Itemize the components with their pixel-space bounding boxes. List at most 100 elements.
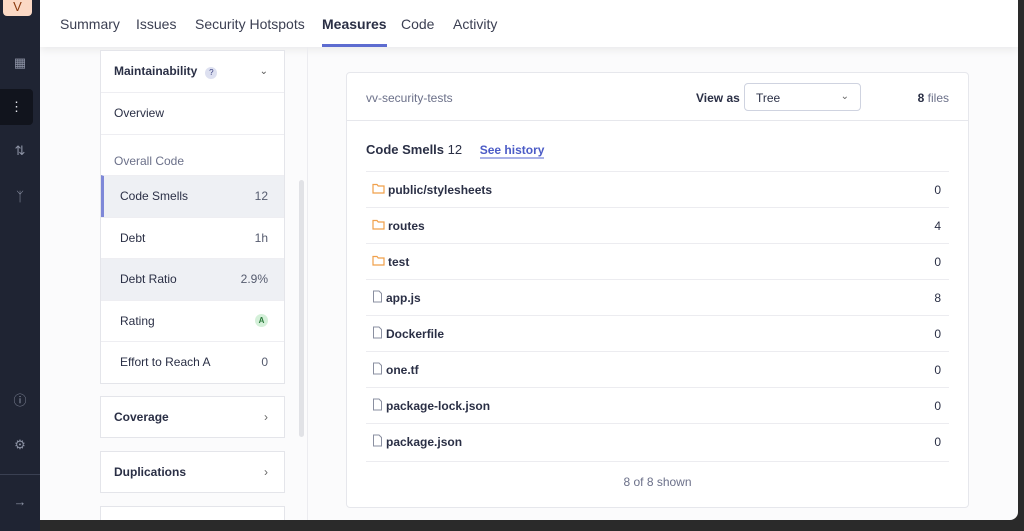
file-name[interactable]: public/stylesheets [372,183,492,197]
pull-request-icon[interactable]: ⇅ [0,133,40,169]
chevron-down-icon: ⌄ [841,91,849,103]
overall-code-heading: Overall Code [101,134,284,176]
coverage-panel[interactable]: Coverage › [100,396,285,438]
file-row[interactable]: public/stylesheets 0 [366,171,949,207]
metric-value: 12 [448,142,462,157]
file-row[interactable]: package.json 0 [366,423,949,459]
dashboard-icon[interactable]: ▦ [0,45,40,81]
file-name[interactable]: test [372,255,409,269]
tab-activity[interactable]: Activity [453,16,497,44]
file-value: 8 [934,291,941,305]
maintainability-title: Maintainability [114,64,197,78]
file-value: 0 [934,183,941,197]
file-row[interactable]: Dockerfile 0 [366,315,949,351]
help-icon[interactable]: ? [205,67,217,79]
folder-icon [372,219,385,233]
chevron-right-icon: › [264,465,268,479]
file-label: routes [388,219,425,233]
tab-code[interactable]: Code [401,16,434,44]
project-breadcrumb[interactable]: vv-security-tests [366,91,453,105]
overview-link[interactable]: Overview [101,92,284,134]
file-label: Dockerfile [386,327,444,341]
maintainability-header[interactable]: Maintainability? ⌄ [101,51,284,92]
file-label: one.tf [386,363,419,377]
file-value: 0 [934,327,941,341]
measure-debt-ratio[interactable]: Debt Ratio 2.9% [101,258,284,300]
measure-value: 2.9% [241,272,268,286]
overview-label: Overview [114,106,164,120]
measure-label: Debt Ratio [120,272,177,286]
chevron-down-icon: ⌄ [260,66,268,77]
file-row[interactable]: routes 4 [366,207,949,243]
next-panel[interactable] [100,506,285,520]
measure-value: 1h [255,231,268,245]
file-name[interactable]: routes [372,219,425,233]
file-label: test [388,255,409,269]
folder-icon [372,255,385,269]
tab-measures[interactable]: Measures [322,16,387,47]
app-window: Summary Issues Security Hotspots Measure… [0,0,1018,520]
measure-label: Rating [120,314,155,328]
sidebar-scrollbar[interactable] [299,180,304,437]
duplications-title: Duplications [114,465,186,479]
file-value: 0 [934,399,941,413]
tab-summary[interactable]: Summary [60,16,120,44]
chevron-right-icon: › [264,410,268,424]
metric-title: Code Smells 12 See history [366,142,544,157]
file-name[interactable]: one.tf [372,362,419,378]
divider [0,474,40,475]
rating-badge: A [255,314,268,327]
folder-icon [372,183,385,197]
maintainability-panel: Maintainability? ⌄ Overview Overall Code… [100,50,285,384]
projects-icon[interactable]: ⋮ [0,89,33,125]
files-label: files [928,91,949,105]
file-name[interactable]: package.json [372,434,462,450]
file-name[interactable]: package-lock.json [372,398,490,414]
shown-count: 8 of 8 shown [347,475,968,489]
file-value: 0 [934,435,941,449]
tab-security-hotspots[interactable]: Security Hotspots [195,16,305,44]
file-value: 0 [934,255,941,269]
measure-value: 0 [261,355,268,369]
measure-panel: vv-security-tests View as Tree⌄ 8 files … [346,72,969,508]
file-name[interactable]: app.js [372,290,421,306]
info-icon[interactable]: ⓘ [0,383,40,419]
measure-rating[interactable]: Rating A [101,300,284,342]
see-history-link[interactable]: See history [480,143,545,159]
file-name[interactable]: Dockerfile [372,326,444,342]
divider [366,461,949,462]
duplications-panel[interactable]: Duplications › [100,451,285,493]
file-icon [372,398,383,414]
file-icon [372,290,383,306]
avatar[interactable]: V [3,0,32,16]
measure-panel-header: vv-security-tests View as Tree ⌄ 8 files [347,73,968,121]
expand-arrow-icon[interactable]: → [0,484,40,520]
project-nav: Summary Issues Security Hotspots Measure… [40,0,1018,47]
measure-debt[interactable]: Debt 1h [101,217,284,259]
coverage-title: Coverage [114,410,169,424]
measure-label: Debt [120,231,145,245]
file-row[interactable]: one.tf 0 [366,351,949,387]
measure-code-smells[interactable]: Code Smells12 [101,175,284,217]
view-as-value: Tree [756,91,780,103]
file-row[interactable]: test 0 [366,243,949,279]
tab-issues[interactable]: Issues [136,16,176,44]
file-row[interactable]: package-lock.json 0 [366,387,949,423]
file-label: package.json [386,435,462,449]
view-as-label: View as [696,91,740,105]
file-row[interactable]: app.js 8 [366,279,949,315]
file-icon [372,434,383,450]
file-icon [372,362,383,378]
section-label: Overall Code [114,154,184,168]
file-value: 0 [934,363,941,377]
view-as-select[interactable]: Tree ⌄ [744,83,861,111]
files-count-value: 8 [918,91,925,105]
measure-value: 12 [255,189,268,203]
divider [307,47,308,520]
branch-icon[interactable]: ᛉ [0,179,40,215]
file-icon [372,326,383,342]
file-label: app.js [386,291,421,305]
measure-effort[interactable]: Effort to Reach A0 [101,341,284,383]
gear-icon[interactable]: ⚙ [0,427,40,463]
file-value: 4 [934,219,941,233]
